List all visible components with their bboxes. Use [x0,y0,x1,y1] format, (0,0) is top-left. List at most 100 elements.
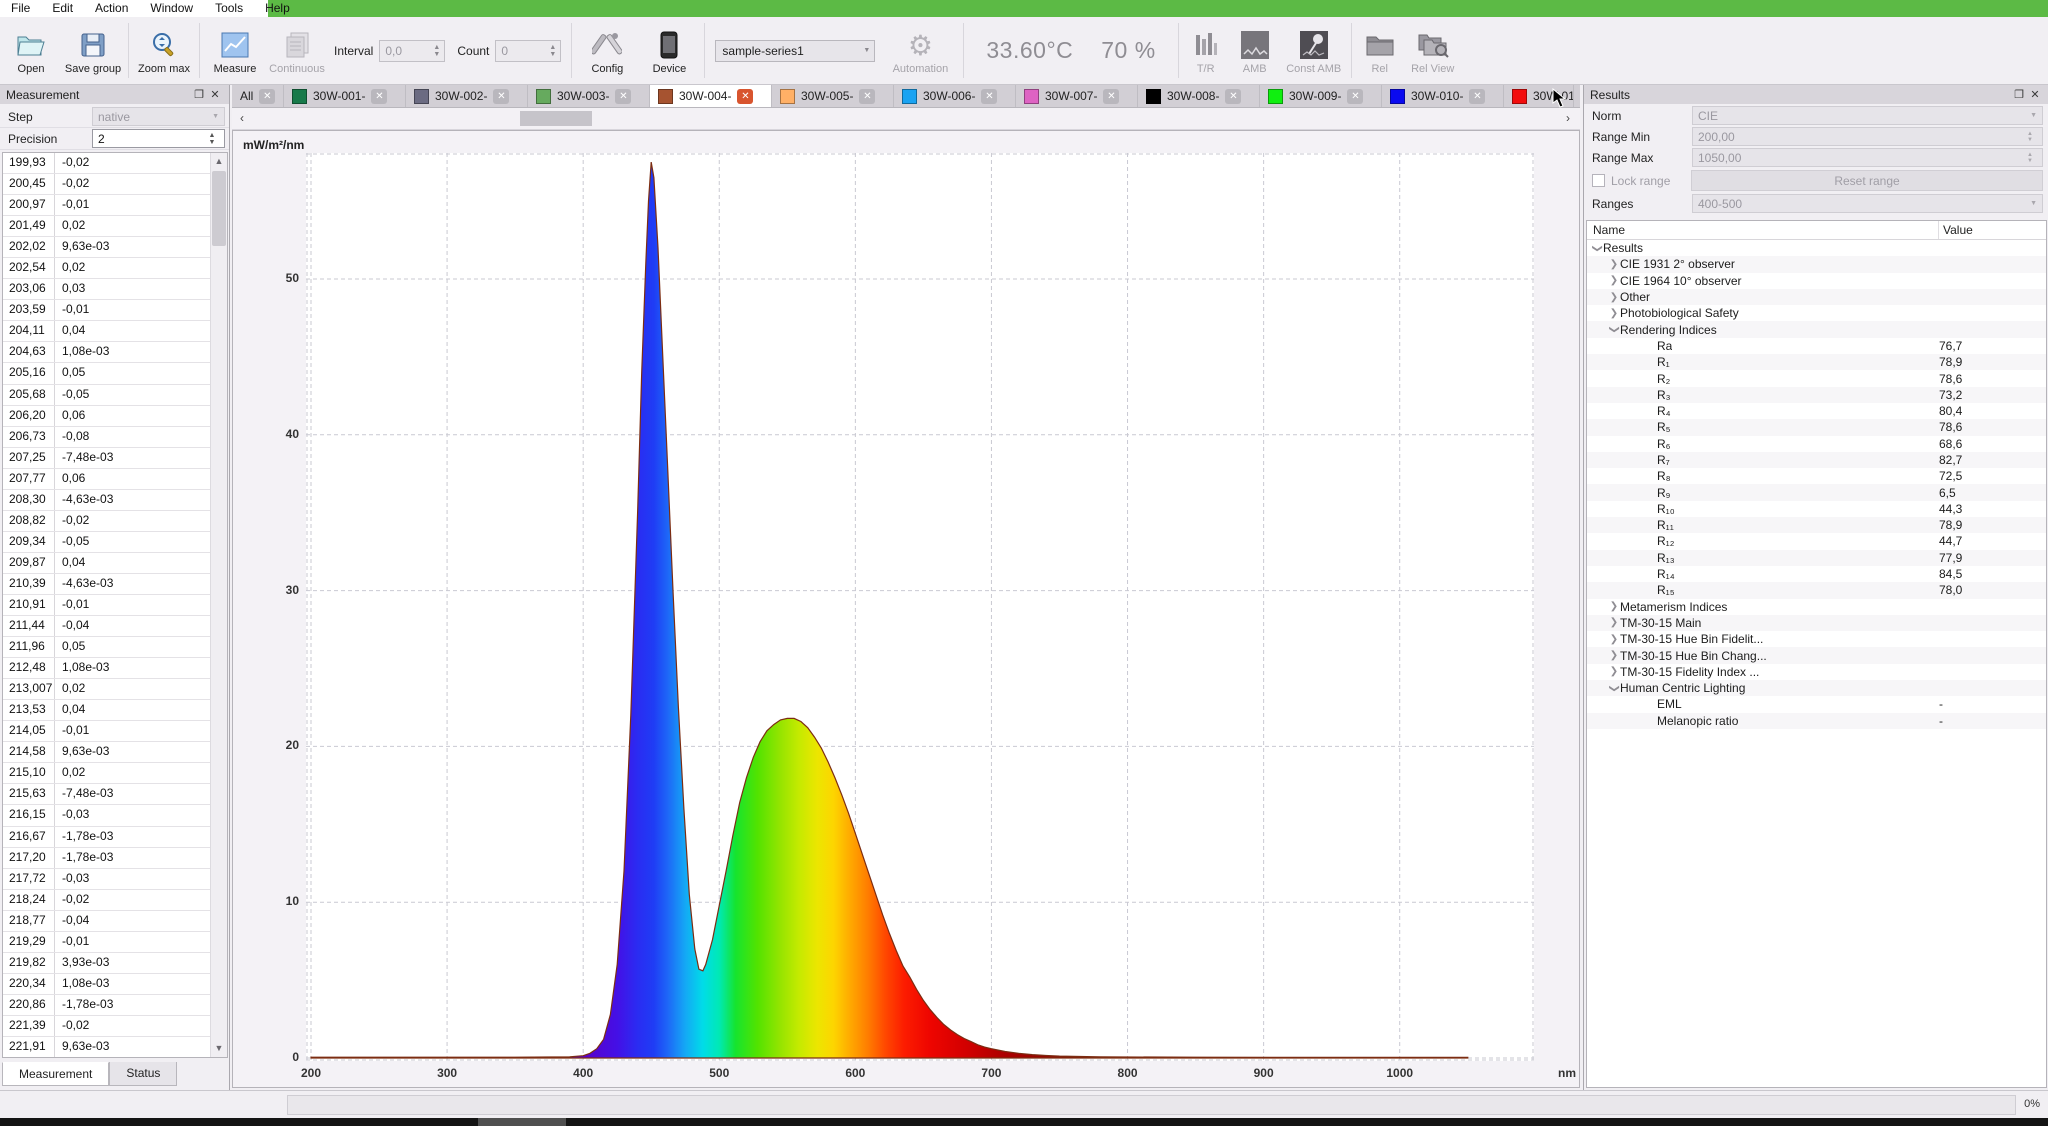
tab-close-icon[interactable]: ✕ [259,89,275,104]
tree-node-label[interactable]: R₄ [1657,404,1671,418]
save-group-button[interactable]: Save group [62,17,124,84]
tab-30w003[interactable]: 30W-003-✕ [528,85,650,107]
tab-close-icon[interactable]: ✕ [981,89,997,104]
continuous-button[interactable]: Continuous [266,17,328,84]
tree-node[interactable]: ❯Photobiological Safety [1587,305,2046,321]
chevron-collapsed-icon[interactable]: ❯ [1608,308,1620,319]
spectrum-chart[interactable]: mW/m²/nm 0102030405020030040050060070080… [232,130,1580,1088]
precision-spinner[interactable]: ▲▼ [205,132,219,146]
count-spinner[interactable]: ▲▼ [545,44,560,58]
tree-node-label[interactable]: R₈ [1657,469,1671,483]
count-input[interactable]: 0 ▲▼ [495,40,561,62]
table-row[interactable]: 208,30-4,63e-03 [3,490,210,511]
scrollbar-thumb[interactable] [212,171,226,246]
table-row[interactable]: 201,490,02 [3,216,210,237]
table-row[interactable]: 211,960,05 [3,637,210,658]
chevron-collapsed-icon[interactable]: ❯ [1608,601,1620,612]
tree-node[interactable]: ❯TM-30-15 Fidelity Index ... [1587,664,2046,680]
tab-30w005[interactable]: 30W-005-✕ [772,85,894,107]
chevron-collapsed-icon[interactable]: ❯ [1608,617,1620,628]
tree-node-label[interactable]: R₁₁ [1657,518,1674,532]
tree-node[interactable]: R₅78,6 [1587,419,2046,435]
tree-node[interactable]: ❯Other [1587,289,2046,305]
scroll-down-icon[interactable]: ▼ [211,1040,227,1057]
table-row[interactable]: 213,0070,02 [3,679,210,700]
table-row[interactable]: 215,63-7,48e-03 [3,784,210,805]
menu-item-window[interactable]: Window [139,0,204,17]
lock-range-checkbox[interactable] [1592,174,1605,187]
tab-close-icon[interactable]: ✕ [615,89,631,104]
tr-button[interactable]: T/R [1183,17,1229,84]
table-row[interactable]: 218,24-0,02 [3,890,210,911]
tab-30w004[interactable]: 30W-004-✕ [650,85,772,107]
device-button[interactable]: Device [638,17,700,84]
tab-30w009[interactable]: 30W-009-✕ [1260,85,1382,107]
table-row[interactable]: 203,060,03 [3,279,210,300]
tab-30w007[interactable]: 30W-007-✕ [1016,85,1138,107]
tree-node-label[interactable]: EML [1657,697,1682,711]
bottom-tab-status[interactable]: Status [109,1062,177,1086]
scroll-left-icon[interactable]: ‹ [234,111,250,125]
tree-node-label[interactable]: R₃ [1657,388,1671,402]
table-row[interactable]: 200,45-0,02 [3,174,210,195]
table-row[interactable]: 213,530,04 [3,700,210,721]
table-row[interactable]: 219,823,93e-03 [3,953,210,974]
ranges-select[interactable]: 400-500 ▼ [1692,194,2043,213]
tree-node[interactable]: R₆68,6 [1587,436,2046,452]
table-row[interactable]: 220,341,08e-03 [3,974,210,995]
chevron-expanded-icon[interactable]: ❯ [1609,324,1620,336]
tree-node[interactable]: R₁₅78,0 [1587,582,2046,598]
tree-node-label[interactable]: Melanopic ratio [1657,714,1738,728]
range-min-spinner[interactable]: ▲▼ [2023,131,2037,143]
value-column-header[interactable]: Value [1939,221,2046,239]
tab-close-icon[interactable]: ✕ [859,89,875,104]
tree-node[interactable]: R₇82,7 [1587,452,2046,468]
table-row[interactable]: 206,73-0,08 [3,427,210,448]
table-row[interactable]: 200,97-0,01 [3,195,210,216]
tree-node-label[interactable]: R₁ [1657,355,1670,369]
float-panel-icon[interactable]: ❐ [2011,88,2027,102]
menu-item-action[interactable]: Action [84,0,139,17]
table-row[interactable]: 216,67-1,78e-03 [3,827,210,848]
table-row[interactable]: 216,15-0,03 [3,805,210,826]
tree-node[interactable]: ❯Results [1587,240,2046,256]
table-row[interactable]: 203,59-0,01 [3,300,210,321]
tree-node[interactable]: Melanopic ratio- [1587,713,2046,729]
tree-node[interactable]: ❯Metamerism Indices [1587,599,2046,615]
tab-30w008[interactable]: 30W-008-✕ [1138,85,1260,107]
rel-button[interactable]: Rel [1356,17,1404,84]
tree-node-label[interactable]: R₇ [1657,453,1670,467]
plot-area[interactable] [306,153,1534,1061]
reset-range-button[interactable]: Reset range [1691,170,2043,191]
table-row[interactable]: 207,770,06 [3,469,210,490]
tree-node[interactable]: R₄80,4 [1587,403,2046,419]
tree-node-label[interactable]: TM-30-15 Main [1620,616,1701,630]
table-row[interactable]: 204,631,08e-03 [3,342,210,363]
chart-horizontal-scrollbar[interactable]: ‹ › [232,108,1580,130]
chevron-collapsed-icon[interactable]: ❯ [1608,634,1620,645]
range-max-spinner[interactable]: ▲▼ [2023,152,2037,164]
table-row[interactable]: 206,200,06 [3,406,210,427]
table-row[interactable]: 210,91-0,01 [3,595,210,616]
table-row[interactable]: 209,870,04 [3,553,210,574]
table-row[interactable]: 205,68-0,05 [3,385,210,406]
table-row[interactable]: 210,39-4,63e-03 [3,574,210,595]
tree-node[interactable]: Ra76,7 [1587,338,2046,354]
tab-close-icon[interactable]: ✕ [1469,89,1485,104]
range-max-input[interactable]: 1050,00 ▲▼ [1692,148,2043,167]
tab-close-icon[interactable]: ✕ [371,89,387,104]
tree-node-label[interactable]: CIE 1931 2° observer [1620,257,1735,271]
table-row[interactable]: 205,160,05 [3,363,210,384]
tree-node-label[interactable]: R₁₄ [1657,567,1675,581]
tab-30w006[interactable]: 30W-006-✕ [894,85,1016,107]
float-panel-icon[interactable]: ❐ [191,88,207,102]
table-row[interactable]: 199,93-0,02 [3,153,210,174]
amb-button[interactable]: AMB [1229,17,1281,84]
scroll-up-icon[interactable]: ▲ [211,153,227,170]
tree-node[interactable]: R₁78,9 [1587,354,2046,370]
tab-close-icon[interactable]: ✕ [493,89,509,104]
scroll-right-icon[interactable]: › [1560,111,1576,125]
scrollbar-thumb[interactable] [520,111,592,126]
tree-node[interactable]: R₁₄84,5 [1587,566,2046,582]
table-row[interactable]: 209,34-0,05 [3,532,210,553]
